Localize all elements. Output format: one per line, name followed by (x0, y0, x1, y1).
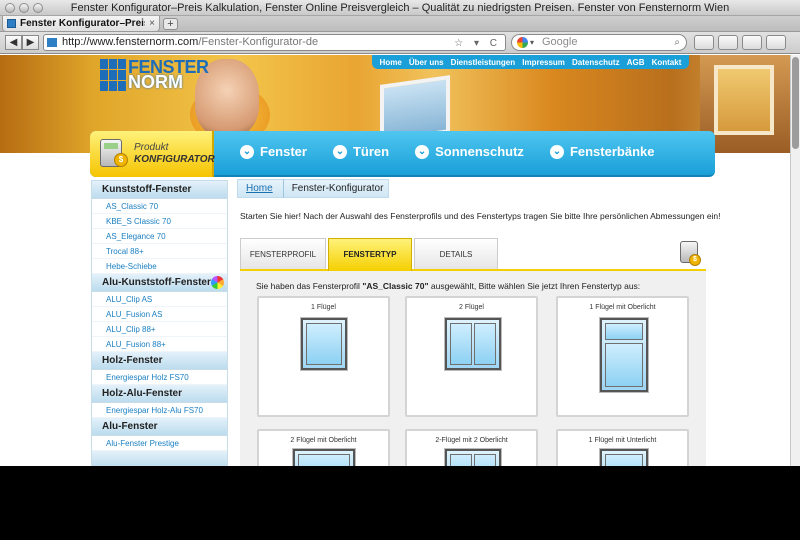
window-type-card-2-fluegel-2-oberlicht[interactable]: 2-Flügel mit 2 Oberlicht (405, 429, 538, 466)
badge-line-2: KONFIGURATOR (134, 154, 215, 165)
address-bar[interactable]: http://www.fensternorm.com/Fenster-Konfi… (43, 34, 506, 51)
sidebar-link[interactable]: ALU_Fusion 88+ (92, 337, 227, 352)
url-path: /Fenster-Konfigurator-de (198, 36, 319, 48)
back-button[interactable]: ◀ (5, 35, 22, 50)
logo-text-2: NORM (128, 72, 183, 92)
search-placeholder: Google (542, 36, 578, 48)
main-menu: ⌄ Fenster ⌄ Türen ⌄ Sonnenschutz ⌄ Fensterbä… (240, 144, 654, 159)
breadcrumb: Home Fenster-Konfigurator (237, 179, 389, 198)
selected-profile: "AS_Classic 70" (362, 281, 429, 291)
url-host: http://www.fensternorm.com (62, 36, 199, 48)
window-1-fluegel-unterlicht-icon (600, 449, 648, 466)
intro-text: Starten Sie hier! Nach der Auswahl des F… (240, 211, 721, 221)
chevron-down-icon: ⌄ (549, 144, 564, 159)
tab-strip: Fenster Konfigurator–Preis Kalk... × + (0, 16, 800, 32)
sidebar-link[interactable]: Alu-Fenster Prestige (92, 436, 227, 451)
top-menu-contact[interactable]: Kontakt (652, 58, 682, 67)
selection-prompt: Sie haben das Fensterprofil "AS_Classic … (256, 281, 641, 291)
download-icon[interactable] (718, 35, 738, 50)
sidebar-link[interactable]: AS_Classic 70 (92, 199, 227, 214)
sidebar-link[interactable]: AS_Elegance 70 (92, 229, 227, 244)
web-page: FENSTER NORM Home Über uns Dienstleistun… (0, 55, 790, 466)
sidebar-link[interactable]: Energiespar Holz-Alu FS70 (92, 403, 227, 418)
menu-icon[interactable] (766, 35, 786, 50)
top-menu: Home Über uns Dienstleistungen Impressum… (372, 55, 689, 69)
sidebar-category[interactable]: Alu-Fenster (92, 418, 227, 436)
site-logo[interactable]: FENSTER NORM (100, 57, 209, 92)
tab-fensterprofil[interactable]: FENSTERPROFIL (240, 238, 326, 269)
window-type-card-1-fluegel-unterlicht[interactable]: 1 Flügel mit Unterlicht (556, 429, 689, 466)
forward-button[interactable]: ▶ (22, 35, 39, 50)
configurator-tabs: FENSTERPROFIL FENSTERTYP DETAILS (240, 238, 706, 271)
search-input[interactable]: ▾ Google ⌕ (511, 34, 687, 51)
coin-icon: $ (689, 254, 701, 266)
window-2-fluegel-2-oberlicht-icon (445, 449, 501, 466)
window-2-fluegel-oberlicht-icon (293, 449, 355, 466)
chevron-down-icon: ⌄ (332, 144, 347, 159)
sidebar-category[interactable]: Alu-Kunststoff-Fenster (92, 274, 227, 292)
main-menu-fenster[interactable]: ⌄ Fenster (240, 144, 307, 159)
product-sidebar: Kunststoff-Fenster AS_Classic 70 KBE_S C… (91, 180, 228, 466)
chevron-down-icon[interactable]: ▾ (530, 35, 534, 50)
window-type-card-2-fluegel-oberlicht[interactable]: 2 Flügel mit Oberlicht (257, 429, 390, 466)
browser-tab[interactable]: Fenster Konfigurator–Preis Kalk... × (2, 16, 160, 32)
title-bar: Fenster Konfigurator–Preis Kalkulation, … (0, 0, 800, 16)
sidebar-category[interactable]: Holz-Alu-Fenster (92, 385, 227, 403)
tab-fenstertyp[interactable]: FENSTERTYP (328, 238, 412, 271)
sidebar-category[interactable]: Kunststoff-Fenster (92, 181, 227, 199)
favicon-icon (7, 19, 16, 28)
breadcrumb-current: Fenster-Konfigurator (291, 183, 384, 194)
google-icon (517, 37, 528, 48)
home-icon[interactable] (694, 35, 714, 50)
window-2-fluegel-icon (445, 318, 501, 370)
breadcrumb-home[interactable]: Home (238, 179, 284, 198)
browser-window: Fenster Konfigurator–Preis Kalkulation, … (0, 0, 800, 466)
new-tab-button[interactable]: + (163, 18, 178, 30)
sidebar-link[interactable]: Hebe-Schiebe (92, 259, 227, 274)
coin-icon: $ (114, 153, 128, 167)
top-menu-about[interactable]: Über uns (409, 58, 444, 67)
vertical-scrollbar[interactable] (790, 55, 800, 466)
tab-details[interactable]: DETAILS (414, 238, 498, 269)
tab-title: Fenster Konfigurator–Preis Kalk... (20, 18, 146, 29)
top-menu-terms[interactable]: AGB (627, 58, 645, 67)
main-menu-sonnenschutz[interactable]: ⌄ Sonnenschutz (415, 144, 524, 159)
sidebar-category[interactable]: Holz-Fenster (92, 352, 227, 370)
window-type-card-1-fluegel-oberlicht[interactable]: 1 Flügel mit Oberlicht (556, 296, 689, 417)
bookmarks-icon[interactable] (742, 35, 762, 50)
color-wheel-icon (211, 276, 224, 289)
sidebar-link[interactable]: ALU_Clip 88+ (92, 322, 227, 337)
configurator-badge[interactable]: $ Produkt KONFIGURATOR (90, 131, 215, 177)
top-menu-imprint[interactable]: Impressum (522, 58, 565, 67)
top-menu-privacy[interactable]: Datenschutz (572, 58, 620, 67)
sidebar-link[interactable]: KBE_S Classic 70 (92, 214, 227, 229)
sidebar-link[interactable]: Trocal 88+ (92, 244, 227, 259)
bookmark-star-icon[interactable]: ☆ ▾ C (454, 36, 501, 51)
window-title: Fenster Konfigurator–Preis Kalkulation, … (70, 2, 730, 14)
chevron-down-icon: ⌄ (240, 144, 254, 159)
scrollbar-thumb[interactable] (792, 57, 799, 149)
site-favicon-icon (47, 38, 57, 47)
window-1-fluegel-icon (301, 318, 347, 370)
window-type-card-2-fluegel[interactable]: 2 Flügel (405, 296, 538, 417)
navigation-bar: ◀ ▶ http://www.fensternorm.com/Fenster-K… (0, 32, 800, 54)
sidebar-link[interactable]: Energiespar Holz FS70 (92, 370, 227, 385)
configurator-bar: $ Produkt KONFIGURATOR ⌄ Fenster ⌄ Türen ⌄… (90, 131, 715, 177)
sidebar-category[interactable] (92, 451, 227, 466)
close-tab-icon[interactable]: × (149, 18, 155, 29)
window-type-card-1-fluegel[interactable]: 1 Flügel (257, 296, 390, 417)
calculator-icon: $ (680, 241, 701, 266)
logo-grid-icon (100, 59, 126, 91)
window-1-fluegel-oberlicht-icon (600, 318, 648, 392)
chevron-down-icon: ⌄ (415, 144, 430, 159)
badge-line-1: Produkt (134, 142, 169, 153)
main-menu-tueren[interactable]: ⌄ Türen (332, 144, 389, 159)
search-icon[interactable]: ⌕ (674, 35, 680, 50)
main-menu-fensterbaenke[interactable]: ⌄ Fensterbänke (549, 144, 654, 159)
top-menu-services[interactable]: Dienstleistungen (451, 58, 515, 67)
sidebar-link[interactable]: ALU_Fusion AS (92, 307, 227, 322)
sidebar-link[interactable]: ALU_Clip AS (92, 292, 227, 307)
top-menu-home[interactable]: Home (380, 58, 402, 67)
